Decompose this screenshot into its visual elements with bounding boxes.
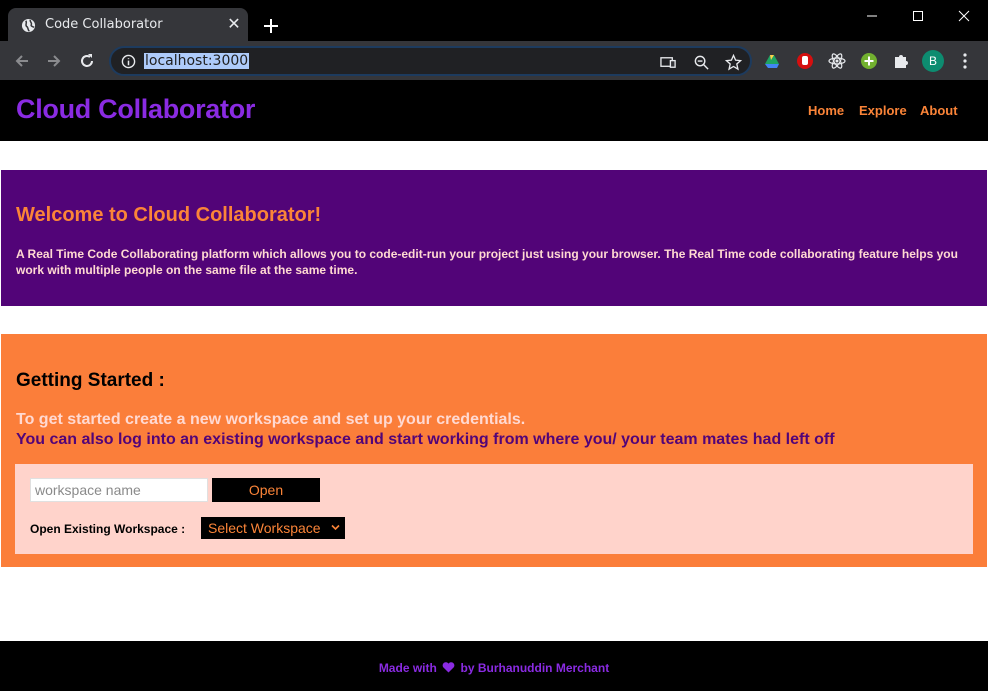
profile-avatar[interactable]: B (922, 50, 944, 72)
welcome-description: A Real Time Code Collaborating platform … (16, 247, 958, 277)
address-bar[interactable]: localhost:3000 (109, 46, 752, 76)
zoom-icon[interactable] (693, 54, 710, 71)
tab-title: Code Collaborator (45, 17, 163, 32)
extension-drive-icon[interactable] (763, 52, 781, 70)
workspace-select[interactable]: Select Workspace (201, 517, 345, 539)
footer-made-with: Made with (378, 661, 437, 675)
reload-icon[interactable] (77, 51, 97, 71)
extension-block-icon[interactable] (796, 52, 814, 70)
site-footer: Made with by Burhanuddin Merchant (0, 641, 988, 691)
nav-home-link[interactable]: Home (808, 103, 844, 118)
site-header: Cloud Collaborator Home Explore About (0, 80, 988, 141)
chevron-down-icon (331, 524, 340, 531)
maximize-icon[interactable] (908, 6, 928, 26)
workspace-select-value: Select Workspace (208, 520, 321, 536)
browser-tab-strip: Code Collaborator ✕ (0, 0, 988, 41)
new-tab-icon[interactable] (261, 16, 281, 36)
workspace-name-input[interactable] (30, 478, 208, 502)
browser-toolbar: localhost:3000 B (0, 41, 988, 80)
welcome-section: Welcome to Cloud Collaborator! A Real Ti… (1, 170, 987, 306)
window-close-icon[interactable] (954, 6, 974, 26)
back-arrow-icon[interactable] (12, 51, 32, 71)
browser-menu-icon[interactable] (958, 52, 972, 70)
extension-add-icon[interactable] (860, 52, 878, 70)
heart-icon (442, 662, 455, 673)
getting-started-instruction: To get started create a new workspace an… (16, 411, 526, 428)
bookmark-star-icon[interactable] (725, 54, 742, 71)
site-info-icon[interactable] (121, 54, 136, 69)
site-brand[interactable]: Cloud Collaborator (16, 94, 255, 125)
getting-started-title: Getting Started : (16, 370, 165, 391)
nav-about-link[interactable]: About (920, 103, 958, 118)
nav-explore-link[interactable]: Explore (859, 103, 907, 118)
browser-tab[interactable]: Code Collaborator ✕ (8, 8, 248, 41)
footer-author: by Burhanuddin Merchant (460, 661, 610, 675)
tab-close-icon[interactable]: ✕ (226, 17, 242, 33)
minimize-icon[interactable] (862, 6, 882, 26)
existing-workspace-label: Open Existing Workspace : (30, 522, 186, 536)
getting-started-section: Getting Started : To get started create … (1, 334, 987, 567)
extensions-puzzle-icon[interactable] (892, 52, 910, 70)
footer-credit: Made with by Burhanuddin Merchant (0, 661, 988, 675)
open-workspace-button[interactable]: Open (212, 478, 320, 502)
getting-started-existing-note: You can also log into an existing worksp… (16, 431, 835, 448)
forward-arrow-icon[interactable] (44, 51, 64, 71)
welcome-title: Welcome to Cloud Collaborator! (16, 204, 322, 226)
url-text[interactable]: localhost:3000 (144, 53, 250, 69)
workspace-panel: Open Open Existing Workspace : Select Wo… (15, 464, 973, 554)
globe-icon (21, 18, 36, 33)
install-app-icon[interactable] (660, 54, 677, 71)
extension-react-icon[interactable] (828, 52, 846, 70)
